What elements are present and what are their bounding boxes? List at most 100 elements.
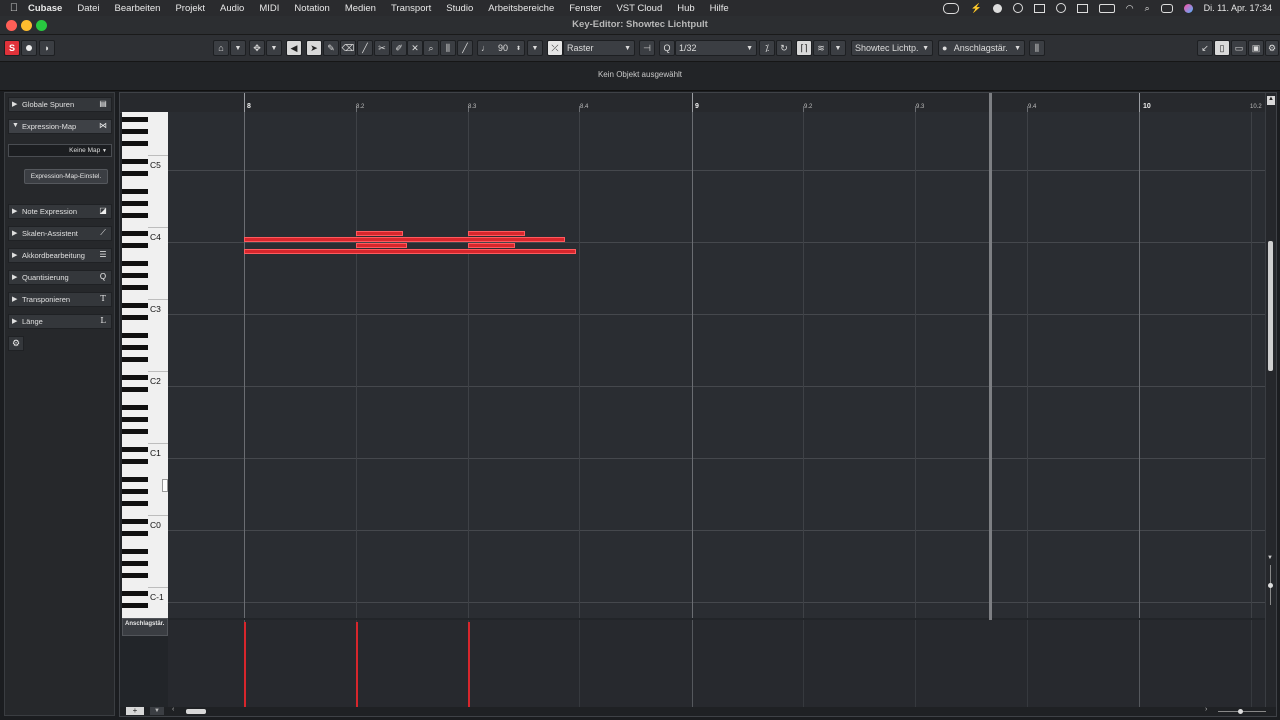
time-warp-tool-button[interactable]: ╱ (457, 40, 473, 56)
flash-icon[interactable]: ⚡ (970, 3, 981, 14)
menu-notation[interactable]: Notation (294, 3, 329, 14)
insert-velocity-button[interactable]: ⫼ (1029, 40, 1045, 56)
inspector-settings-button[interactable]: ⚙ (8, 336, 24, 351)
circle-icon[interactable] (992, 3, 1002, 13)
note-grid[interactable] (168, 112, 1266, 618)
control-center-icon[interactable] (1160, 3, 1173, 13)
menu-bearbeiten[interactable]: Bearbeiten (115, 3, 161, 14)
black-key[interactable] (122, 591, 148, 596)
black-key[interactable] (122, 285, 148, 290)
black-key[interactable] (122, 489, 148, 494)
black-key[interactable] (122, 357, 148, 362)
expression-map-select[interactable]: Keine Map ▼ (8, 144, 112, 157)
left-zone-toggle[interactable]: ▯ (1214, 40, 1230, 56)
black-key[interactable] (122, 561, 148, 566)
line-tool-button[interactable]: ╱ (357, 40, 373, 56)
edit-layer-button[interactable]: ≋ (813, 40, 829, 56)
menu-datei[interactable]: Datei (77, 3, 99, 14)
quantize-preset-select[interactable]: 1/32 ▼ (675, 40, 757, 56)
black-key[interactable] (122, 231, 148, 236)
menu-midi[interactable]: MIDI (259, 3, 279, 14)
clock-icon[interactable] (1055, 3, 1066, 13)
tempo-field[interactable]: ♩ 90 ⬍ (477, 40, 525, 56)
siri-icon[interactable] (1183, 3, 1193, 13)
scroll-left-arrow-icon[interactable]: ‹ (172, 706, 174, 713)
quantize-icon[interactable]: Q (97, 272, 109, 283)
lane-presets-dropdown-icon[interactable]: ▼ (150, 707, 164, 715)
scale-icon[interactable]: ⟋ (97, 228, 109, 239)
speaker-icon[interactable]: ◀ (286, 40, 302, 56)
black-key[interactable] (122, 573, 148, 578)
black-key[interactable] (122, 273, 148, 278)
apple-icon[interactable]:  (0, 2, 28, 14)
snap-type-select[interactable]: Raster ▼ (563, 40, 635, 56)
erase-tool-button[interactable]: ⌫ (340, 40, 356, 56)
black-key[interactable] (122, 159, 148, 164)
right-zone-toggle[interactable]: ▣ (1248, 40, 1264, 56)
black-key[interactable] (122, 213, 148, 218)
iterative-quantize-button[interactable]: ⁒ (759, 40, 775, 56)
black-key[interactable] (122, 117, 148, 122)
menu-transport[interactable]: Transport (391, 3, 431, 14)
midi-note[interactable] (244, 249, 576, 254)
independent-track-loop-button[interactable]: ⌈⌉ (796, 40, 812, 56)
black-key[interactable] (122, 603, 148, 608)
add-lane-button[interactable]: + (126, 707, 144, 715)
menu-studio[interactable]: Studio (446, 3, 473, 14)
clock-text[interactable]: Di. 11. Apr. 17:34 (1204, 3, 1272, 13)
black-key[interactable] (122, 141, 148, 146)
display-icon[interactable] (1076, 3, 1088, 13)
inspector-section-note-expression[interactable]: ▶ Note Expression ◪ (8, 204, 112, 219)
piano-keyboard[interactable]: C5 C4 C3 C2 C1 C0 C-1 (122, 112, 168, 620)
midi-note[interactable] (468, 243, 515, 248)
dropdown-arrow-icon[interactable]: ▼ (230, 40, 246, 56)
inspector-section-scale-assistant[interactable]: ▶ Skalen-Assistent ⟋ (8, 226, 112, 241)
horizontal-scroll-thumb[interactable] (186, 709, 206, 714)
scroll-right-arrow-icon[interactable]: › (1205, 706, 1207, 713)
inspector-section-chord-editing[interactable]: ▶ Akkordbearbeitung ☰ (8, 248, 112, 263)
project-cursor[interactable] (989, 93, 992, 707)
search-icon[interactable]: ⌕ (1145, 3, 1150, 14)
inspector-section-length[interactable]: ▶ Länge L (8, 314, 112, 329)
menu-projekt[interactable]: Projekt (175, 3, 205, 14)
lower-zone-toggle[interactable]: ▭ (1231, 40, 1247, 56)
move-tool-button[interactable]: ✥ (249, 40, 265, 56)
black-key[interactable] (122, 459, 148, 464)
snap-toggle-button[interactable]: ⤫ (547, 40, 563, 56)
velocity-bar[interactable] (468, 622, 470, 707)
inspector-section-transpose[interactable]: ▶ Transponieren T (8, 292, 112, 307)
zoom-slider-knob[interactable] (1268, 583, 1273, 588)
black-key[interactable] (122, 333, 148, 338)
zoom-slider-knob[interactable] (1238, 709, 1243, 714)
black-key[interactable] (122, 405, 148, 410)
global-tracks-icon[interactable]: ▤ (97, 99, 109, 110)
velocity-bar[interactable] (244, 622, 246, 707)
scroll-up-arrow-icon[interactable]: ▲ (1267, 96, 1275, 105)
track-select[interactable]: Showtec Lichtp. ▼ (851, 40, 933, 56)
note-expression-icon[interactable]: ◪ (97, 206, 109, 217)
black-key[interactable] (122, 315, 148, 320)
velocity-bar[interactable] (356, 622, 358, 707)
autoscroll-button[interactable]: ◗ (39, 40, 55, 56)
menu-hilfe[interactable]: Hilfe (710, 3, 729, 14)
black-key[interactable] (122, 261, 148, 266)
vertical-scroll-thumb[interactable] (1268, 241, 1273, 371)
menu-arbeitsbereiche[interactable]: Arbeitsbereiche (488, 3, 554, 14)
battery-icon[interactable] (1098, 3, 1115, 13)
black-key[interactable] (122, 243, 148, 248)
dropdown-arrow-icon[interactable]: ▼ (266, 40, 282, 56)
wifi-icon[interactable]: ◠ (1126, 3, 1134, 14)
black-key[interactable] (122, 447, 148, 452)
black-key[interactable] (122, 519, 148, 524)
status-icon-group[interactable] (943, 2, 960, 14)
chord-icon[interactable]: ☰ (97, 250, 109, 261)
acoustic-feedback-button[interactable] (21, 40, 37, 56)
black-key[interactable] (122, 531, 148, 536)
controller-select[interactable]: ● Anschlagstär. ▼ (938, 40, 1025, 56)
midi-note[interactable] (356, 231, 403, 236)
mute-tool-button[interactable]: ✕ (407, 40, 423, 56)
black-key[interactable] (122, 171, 148, 176)
dropdown-arrow-icon[interactable]: ▼ (830, 40, 846, 56)
ruler[interactable]: 8 8.2 8.3 8.4 9 9.2 9.3 9.4 10 10.2 (168, 93, 1266, 113)
expression-map-icon[interactable]: ⋈ (97, 121, 109, 132)
